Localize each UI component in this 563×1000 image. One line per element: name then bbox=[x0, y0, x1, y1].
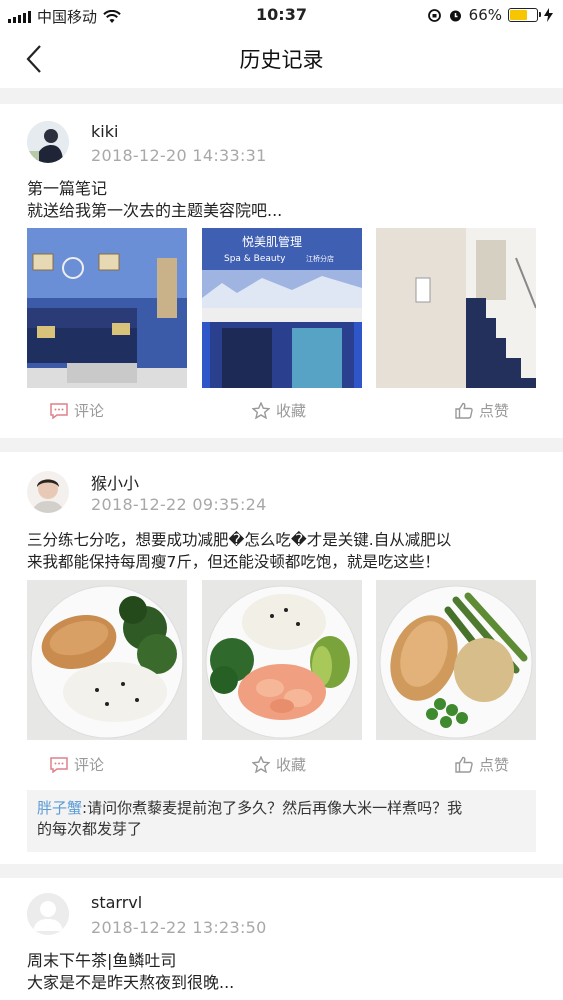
avatar[interactable] bbox=[27, 121, 69, 163]
post-card: starrvl 2018-12-22 13:23:50 周末下午茶|鱼鳞吐司 大… bbox=[0, 878, 563, 1000]
shrimp-rice-avocado-plate[interactable] bbox=[202, 580, 362, 740]
comment-author[interactable]: 胖子蟹 bbox=[37, 799, 82, 817]
comment-button[interactable]: 评论 bbox=[50, 754, 104, 775]
store-sign-subtitle: Spa & Beauty bbox=[224, 254, 286, 264]
post-text-line: 就送给我第一次去的主题美容院吧... bbox=[27, 201, 283, 220]
comment-text: 的每次都发芽了 bbox=[37, 820, 143, 838]
store-sign-title: 悦美肌管理 bbox=[242, 234, 302, 249]
post-text[interactable]: 周末下午茶|鱼鳞吐司 大家是不是昨天熬夜到很晚... bbox=[27, 950, 542, 994]
post-text[interactable]: 第一篇笔记 就送给我第一次去的主题美容院吧... bbox=[27, 178, 542, 222]
comment-label: 评论 bbox=[74, 402, 105, 420]
charging-icon bbox=[544, 8, 553, 22]
salmon-broccoli-rice-plate[interactable] bbox=[27, 580, 187, 740]
rotation-lock-icon bbox=[427, 8, 441, 22]
comment-label: 评论 bbox=[74, 756, 105, 774]
post-text-line: 大家是不是昨天熬夜到很晚... bbox=[27, 973, 235, 992]
comment-preview[interactable]: 胖子蟹:请问你煮藜麦提前泡了多久？然后再像大米一样煮吗？我 的每次都发芽了 bbox=[27, 790, 536, 852]
thumbs-up-icon bbox=[455, 402, 473, 419]
avatar[interactable] bbox=[27, 471, 69, 513]
like-label: 点赞 bbox=[479, 402, 510, 420]
favorite-button[interactable]: 收藏 bbox=[252, 754, 306, 775]
post-time: 2018-12-22 13:23:50 bbox=[91, 918, 267, 937]
favorite-button[interactable]: 收藏 bbox=[252, 400, 306, 421]
store-sign-branch: 江桥分店 bbox=[306, 254, 334, 263]
post-username[interactable]: kiki bbox=[91, 122, 118, 141]
post-actions: 评论 收藏 点赞 bbox=[0, 400, 563, 430]
comment-icon bbox=[50, 756, 68, 773]
comment-button[interactable]: 评论 bbox=[50, 400, 104, 421]
status-bar: 中国移动 10:37 66% bbox=[0, 0, 563, 30]
post-time: 2018-12-20 14:33:31 bbox=[91, 146, 267, 165]
post-time: 2018-12-22 09:35:24 bbox=[91, 495, 267, 514]
like-button[interactable]: 点赞 bbox=[455, 400, 509, 421]
post-card: 猴小小 2018-12-22 09:35:24 三分练七分吃，想要成功减肥�怎么… bbox=[0, 452, 563, 864]
battery-percent: 66% bbox=[468, 6, 502, 24]
comment-text: :请问你煮藜麦提前泡了多久？然后再像大米一样煮吗？我 bbox=[82, 799, 463, 817]
comment-icon bbox=[50, 402, 68, 419]
battery-icon bbox=[508, 8, 541, 22]
spa-staircase-photo[interactable] bbox=[376, 228, 536, 388]
post-text-line: 来我都能保持每周瘦7斤，但还能没顿都吃饱，就是吃这些！ bbox=[27, 553, 440, 571]
thumbs-up-icon bbox=[455, 756, 473, 773]
post-username[interactable]: 猴小小 bbox=[91, 470, 139, 494]
star-icon bbox=[252, 402, 270, 419]
spa-storefront-photo[interactable]: 悦美肌管理 Spa & Beauty 江桥分店 bbox=[202, 228, 362, 388]
favorite-label: 收藏 bbox=[276, 756, 307, 774]
alarm-icon bbox=[449, 10, 461, 21]
favorite-label: 收藏 bbox=[276, 402, 307, 420]
nav-bar: 历史记录 bbox=[0, 30, 563, 88]
chicken-asparagus-quinoa-plate[interactable] bbox=[376, 580, 536, 740]
post-text-line: 三分练七分吃，想要成功减肥�怎么吃�才是关键.自从减肥以 bbox=[27, 531, 452, 549]
post-text[interactable]: 三分练七分吃，想要成功减肥�怎么吃�才是关键.自从减肥以 来我都能保持每周瘦7斤… bbox=[27, 529, 542, 573]
star-icon bbox=[252, 756, 270, 773]
post-actions: 评论 收藏 点赞 bbox=[0, 754, 563, 784]
spa-interior-photo[interactable] bbox=[27, 228, 187, 388]
avatar[interactable] bbox=[27, 893, 69, 935]
page-title: 历史记录 bbox=[239, 48, 324, 72]
like-button[interactable]: 点赞 bbox=[455, 754, 509, 775]
post-card: kiki 2018-12-20 14:33:31 第一篇笔记 就送给我第一次去的… bbox=[0, 104, 563, 438]
post-text-line: 周末下午茶|鱼鳞吐司 bbox=[27, 951, 177, 970]
like-label: 点赞 bbox=[479, 756, 510, 774]
post-text-line: 第一篇笔记 bbox=[27, 179, 108, 198]
post-username[interactable]: starrvl bbox=[91, 893, 142, 912]
